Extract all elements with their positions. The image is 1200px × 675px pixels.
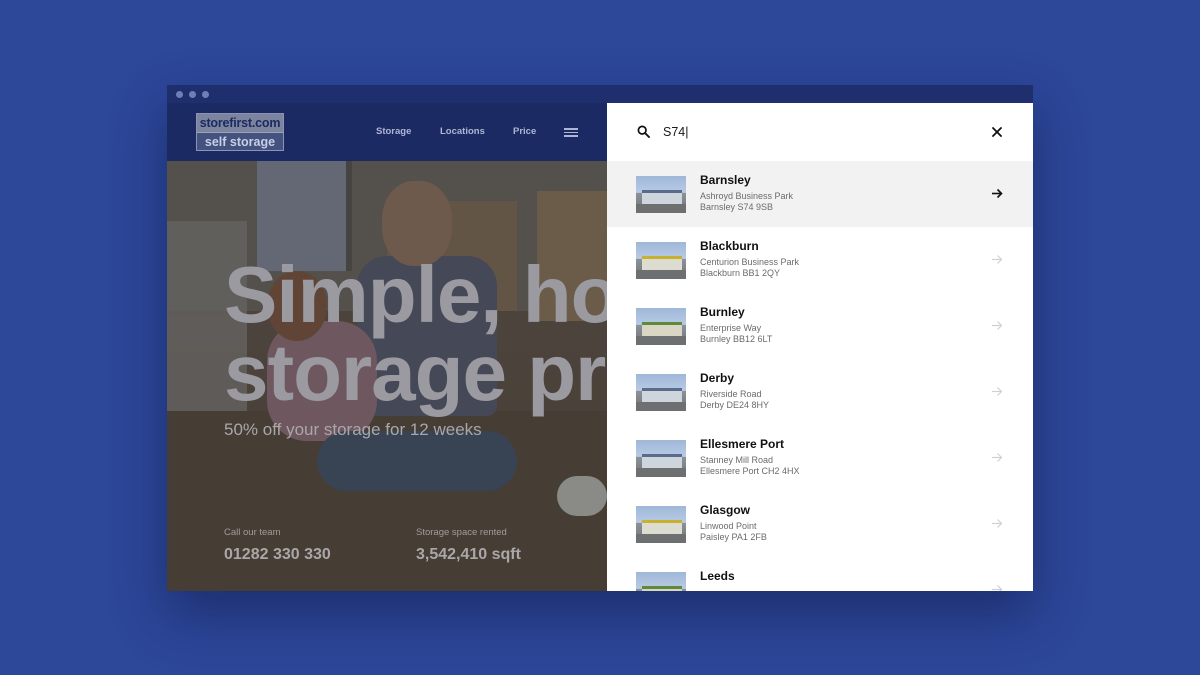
result-name: Glasgow <box>700 503 751 517</box>
result-address-line2: Barnsley S74 9SB <box>700 202 774 212</box>
stat-label-phone: Call our team <box>224 527 281 538</box>
results-list: Barnsley Ashroyd Business Park Barnsley … <box>607 161 1033 591</box>
arrow-right-icon[interactable] <box>991 386 1003 397</box>
window-dot[interactable] <box>189 90 196 98</box>
menu-icon[interactable] <box>564 128 578 137</box>
location-thumbnail <box>636 242 686 279</box>
close-icon[interactable] <box>991 126 1003 138</box>
nav-storage[interactable]: Storage <box>376 126 411 137</box>
stat-label-space: Storage space rented <box>416 527 507 538</box>
location-thumbnail <box>636 308 686 345</box>
stat-value-phone[interactable]: 01282 330 330 <box>224 546 331 564</box>
search-icon <box>637 125 650 138</box>
location-thumbnail <box>636 374 686 411</box>
location-thumbnail <box>636 440 686 477</box>
result-name: Leeds <box>700 569 735 583</box>
hero-text-layer: Simple, ho storage pr 50% off your stora… <box>167 103 607 591</box>
arrow-right-icon[interactable] <box>991 188 1003 199</box>
result-ellesmere-port[interactable]: Ellesmere Port Stanney Mill Road Ellesme… <box>607 425 1033 491</box>
logo-bottom-text: self storage <box>204 135 276 149</box>
location-thumbnail <box>636 176 686 213</box>
result-glasgow[interactable]: Glasgow Linwood Point Paisley PA1 2FB <box>607 491 1033 557</box>
result-address-line1: Stanney Mill Road <box>700 455 774 465</box>
arrow-right-icon[interactable] <box>991 584 1003 591</box>
result-barnsley[interactable]: Barnsley Ashroyd Business Park Barnsley … <box>607 161 1033 227</box>
search-panel: Barnsley Ashroyd Business Park Barnsley … <box>607 103 1033 591</box>
result-blackburn[interactable]: Blackburn Centurion Business Park Blackb… <box>607 227 1033 293</box>
stat-value-space: 3,542,410 sqft <box>416 546 521 563</box>
result-burnley[interactable]: Burnley Enterprise Way Burnley BB12 6LT <box>607 293 1033 359</box>
result-name: Blackburn <box>700 239 759 253</box>
window-titlebar <box>167 85 1033 103</box>
hero-title-line1: Simple, ho <box>224 250 607 339</box>
location-thumbnail <box>636 572 686 591</box>
arrow-right-icon[interactable] <box>991 518 1003 529</box>
hero-subtitle: 50% off your storage for 12 weeks <box>224 420 482 439</box>
window-dot[interactable] <box>176 90 183 98</box>
result-name: Derby <box>700 371 735 385</box>
result-address-line1: Ashroyd Business Park <box>700 191 794 201</box>
logo-top-text: storefirst.com <box>197 114 283 133</box>
result-address-line2: Ellesmere Port CH2 4HX <box>700 466 800 476</box>
result-address-line1: Riverside Road <box>700 389 762 399</box>
result-address-line1: Centurion Business Park <box>700 257 800 267</box>
result-address-line2: Derby DE24 8HY <box>700 400 770 410</box>
search-input[interactable] <box>663 122 963 142</box>
nav-locations[interactable]: Locations <box>440 126 485 137</box>
result-address-line1: Enterprise Way <box>700 323 762 333</box>
site-header: storefirst.com self storage Storage Loca… <box>167 103 607 161</box>
arrow-right-icon[interactable] <box>991 452 1003 463</box>
logo[interactable]: storefirst.com self storage <box>196 113 284 151</box>
window-dot[interactable] <box>202 90 209 98</box>
location-thumbnail <box>636 506 686 543</box>
search-bar <box>607 103 1033 161</box>
result-leeds[interactable]: Leeds <box>607 557 1033 591</box>
result-address-line1: Linwood Point <box>700 521 757 531</box>
result-address-line2: Blackburn BB1 2QY <box>700 268 781 278</box>
arrow-right-icon[interactable] <box>991 254 1003 265</box>
result-address-line2: Burnley BB12 6LT <box>700 334 773 344</box>
hero-title-line2: storage pr <box>224 328 606 417</box>
nav-price[interactable]: Price <box>513 126 536 137</box>
result-name: Barnsley <box>700 173 751 187</box>
result-name: Burnley <box>700 305 745 319</box>
arrow-right-icon[interactable] <box>991 320 1003 331</box>
result-name: Ellesmere Port <box>700 437 785 451</box>
result-address-line2: Paisley PA1 2FB <box>700 532 767 542</box>
result-derby[interactable]: Derby Riverside Road Derby DE24 8HY <box>607 359 1033 425</box>
